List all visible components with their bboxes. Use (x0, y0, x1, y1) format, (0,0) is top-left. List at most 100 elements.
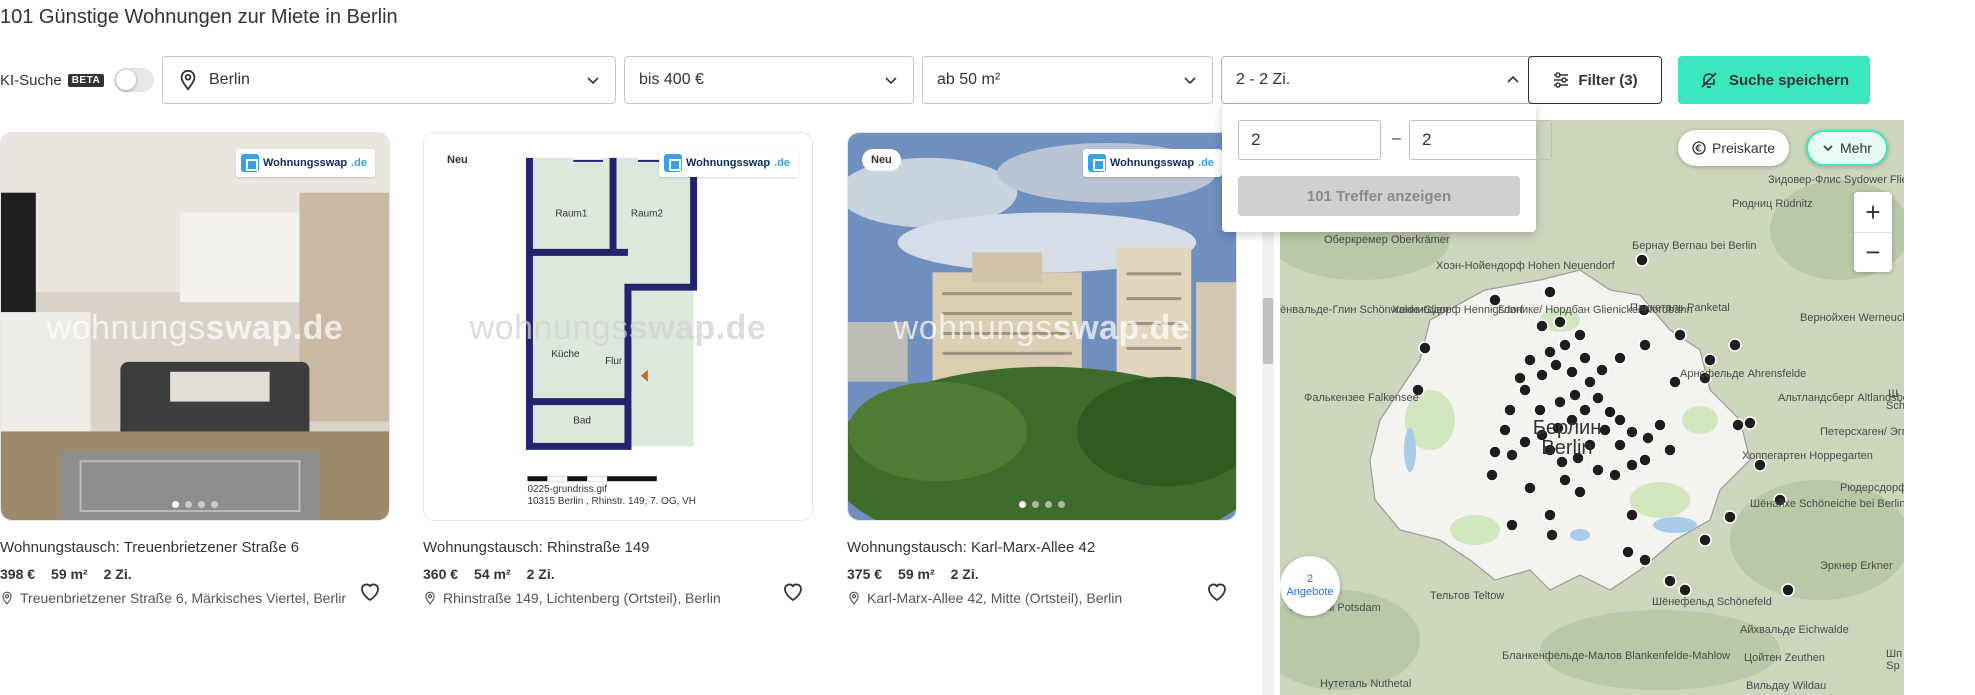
more-label: Mehr (1840, 140, 1872, 156)
listing-photo[interactable]: Neu Wohnungsswap .de wohnungsswap.de (847, 132, 1237, 521)
chevron-down-icon (885, 77, 897, 85)
map-place-label: Петерсхаген/ Эггерсдорф Petershagen/ Egg… (1820, 426, 1904, 438)
ki-search-label: KI-Suche (0, 71, 62, 89)
listing-title[interactable]: Wohnungstausch: Treuenbrietzener Straße … (0, 539, 390, 556)
photo-dot[interactable] (172, 501, 179, 508)
area-select[interactable]: ab 50 m² (922, 56, 1213, 104)
zoom-in-button[interactable]: + (1854, 192, 1892, 232)
listing-title[interactable]: Wohnungstausch: Rhinstraße 149 (423, 539, 813, 556)
photo-watermark: wohnungsswap.de (1, 309, 389, 348)
map-place-label: Ш Sch (1886, 388, 1904, 412)
watermark-part-b: swap.de (1052, 309, 1191, 347)
plan-label-raum2: Raum2 (631, 209, 664, 220)
beta-badge: BETA (67, 73, 105, 87)
price-select[interactable]: bis 400 € (624, 56, 914, 104)
map-place-label: Хоэн-Нойендорф Hohen Neuendorf (1436, 260, 1615, 272)
photo-dot[interactable] (1045, 501, 1052, 508)
wohnungsswap-logo: Wohnungsswap .de (1082, 149, 1222, 177)
listing-facts: 398 € 59 m² 2 Zi. (0, 566, 390, 582)
photo-watermark: wohnungsswap.de (424, 309, 812, 348)
listing-photo[interactable]: Raum1 Raum2 Küche Flur Bad 0225-grundris… (423, 132, 813, 521)
listing-address: Rhinstraße 149, Lichtenberg (Ortsteil), … (423, 590, 769, 606)
listing-cluster-marker[interactable]: 2 Angebote (1280, 556, 1340, 616)
euro-icon (1692, 141, 1706, 155)
listing-area: 59 m² (51, 566, 88, 582)
watermark-part-a: wohnungs (46, 309, 206, 347)
filter-button-label: Filter (3) (1578, 71, 1638, 89)
heart-icon[interactable] (358, 580, 382, 604)
save-search-button[interactable]: Suche speichern (1678, 56, 1870, 104)
plan-label-bad: Bad (573, 415, 591, 426)
toggle-knob (116, 70, 137, 90)
location-pin-icon (849, 591, 859, 605)
map-place-label: Шёнайхе Schöneiche bei Berlin (1750, 498, 1904, 510)
listing-rooms: 2 Zi. (950, 566, 979, 582)
ki-search-toggle-group: KI-Suche BETA (0, 68, 155, 92)
rooms-max-input[interactable]: 2 (1409, 120, 1552, 160)
logo-text: Wohnungsswap (685, 157, 771, 169)
cluster-count: 2 (1306, 573, 1314, 585)
listing-card[interactable]: Wohnungsswap .de wohnungsswap.de Wohnungs… (0, 132, 390, 606)
price-map-button[interactable]: Preiskarte (1678, 130, 1790, 166)
heart-icon[interactable] (781, 580, 805, 604)
listing-address-text: Treuenbrietzener Straße 6, Märkisches Vi… (20, 590, 346, 606)
photo-dot[interactable] (211, 501, 218, 508)
area-value: ab 50 m² (937, 71, 1001, 88)
more-button[interactable]: Mehr (1806, 130, 1888, 166)
map-place-label-berlin: Берлин Berlin (1532, 417, 1602, 459)
rooms-select[interactable]: 2 - 2 Zi. (1221, 56, 1536, 104)
listing-photo[interactable]: Wohnungsswap .de wohnungsswap.de (0, 132, 390, 521)
map-place-label: Вернойхен Werneuchen (1800, 312, 1904, 324)
location-select[interactable]: Berlin (162, 56, 616, 104)
listing-title[interactable]: Wohnungstausch: Karl-Marx-Allee 42 (847, 539, 1237, 556)
chevron-down-icon (1184, 77, 1196, 85)
wohnungsswap-logo: Wohnungsswap .de (235, 149, 375, 177)
map-place-label: Шп Sp (1886, 648, 1903, 672)
sliders-icon (1554, 72, 1569, 88)
logo-suffix: .de (774, 157, 790, 169)
plan-caption-address: 10315 Berlin , Rhinstr. 149, 7. OG, VH (527, 496, 695, 507)
map-place-label: Эркнер Erkner (1820, 560, 1893, 572)
listing-price: 398 € (0, 566, 36, 582)
show-results-button[interactable]: 101 Treffer anzeigen (1238, 176, 1520, 216)
plan-label-raum1: Raum1 (555, 209, 588, 220)
photo-dot[interactable] (185, 501, 192, 508)
listing-address-text: Karl-Marx-Allee 42, Mitte (Ortsteil), Be… (867, 590, 1123, 606)
plan-label-kueche: Küche (551, 349, 580, 360)
wohnungsswap-logo-icon (1087, 154, 1106, 172)
photo-dot[interactable] (198, 501, 205, 508)
watermark-part-b: swap.de (628, 309, 767, 347)
map-place-label: Глинике/ Нордбан Glienicke/ Nordbahn (1498, 304, 1693, 316)
listing-card[interactable]: Neu Wohnungsswap .de wohnungsswap.de Wohn… (847, 132, 1237, 606)
location-pin-icon (180, 69, 196, 91)
wohnungsswap-logo-icon (240, 154, 259, 172)
filter-button[interactable]: Filter (3) (1528, 56, 1662, 104)
location-value: Berlin (209, 71, 250, 88)
ki-search-toggle[interactable] (114, 68, 155, 92)
photo-dots (1, 501, 389, 508)
cluster-label: Angebote (1286, 586, 1334, 598)
new-badge: Neu (438, 149, 477, 171)
map-place-label: Хоппегартен Hoppegarten (1742, 450, 1873, 462)
map-place-label: Нутеталь Nuthetal (1320, 678, 1412, 690)
listing-price: 375 € (847, 566, 883, 582)
listing-rooms: 2 Zi. (526, 566, 555, 582)
photo-dot[interactable] (1058, 501, 1065, 508)
photo-dot[interactable] (1019, 501, 1026, 508)
map-place-label: Тельтов Teltow (1430, 590, 1505, 602)
heart-icon[interactable] (1205, 580, 1229, 604)
map-place-label: Фалькензее Falkensee (1304, 392, 1419, 404)
scrollbar-thumb[interactable] (1263, 298, 1273, 364)
zoom-out-button[interactable]: − (1854, 232, 1892, 272)
photo-watermark: wohnungsswap.de (848, 309, 1236, 348)
rooms-min-input[interactable]: 2 (1238, 120, 1381, 160)
listing-facts: 375 € 59 m² 2 Zi. (847, 566, 1237, 582)
chevron-down-icon (1823, 145, 1833, 152)
photo-dots (848, 501, 1236, 508)
map-place-label: Айхвальде Eichwalde (1740, 624, 1849, 636)
listing-address: Karl-Marx-Allee 42, Mitte (Ortsteil), Be… (847, 590, 1193, 606)
photo-dot[interactable] (1032, 501, 1039, 508)
listing-card[interactable]: Raum1 Raum2 Küche Flur Bad 0225-grundris… (423, 132, 813, 606)
rooms-value: 2 - 2 Zi. (1236, 71, 1291, 88)
map-place-label: Зидовер-Флис Sydower Fließ (1768, 174, 1904, 186)
